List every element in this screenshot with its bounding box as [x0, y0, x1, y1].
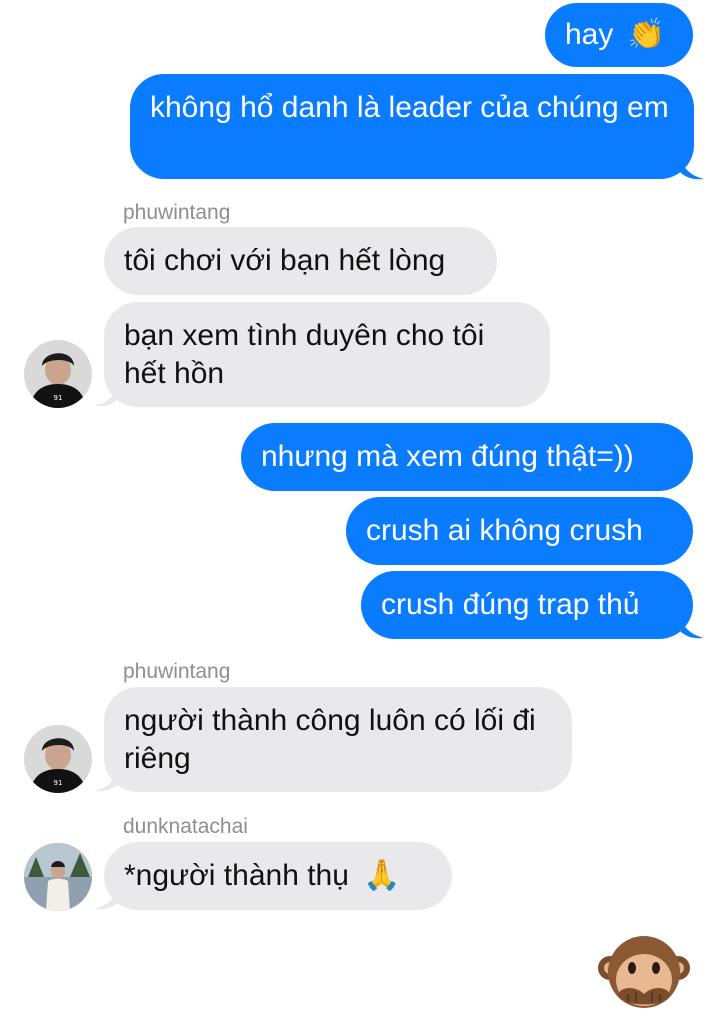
folded-hands-emoji-icon: 🙏 — [363, 858, 401, 893]
svg-text:91: 91 — [54, 394, 63, 402]
sender-name: phuwintang — [123, 201, 231, 224]
svg-text:91: 91 — [54, 779, 63, 787]
avatar[interactable]: 91 — [24, 340, 92, 408]
sender-name: phuwintang — [123, 660, 231, 683]
avatar[interactable] — [24, 843, 92, 911]
bubble-tail — [94, 888, 118, 910]
incoming-message[interactable]: người thành công luôn có lối đi riêng — [104, 687, 572, 792]
outgoing-message[interactable]: nhưng mà xem đúng thật=)) — [241, 423, 693, 491]
incoming-message[interactable]: *người thành thụ 🙏 — [104, 842, 452, 910]
speak-no-evil-monkey-sticker[interactable] — [596, 928, 692, 1024]
message-text: không hổ danh là leader của chúng em — [150, 91, 669, 124]
bubble-tail — [94, 770, 118, 792]
outgoing-message[interactable]: hay 👏 — [545, 3, 693, 67]
message-text: crush ai không crush — [366, 514, 643, 547]
sender-name: dunknatachai — [123, 815, 248, 838]
incoming-message[interactable]: tôi chơi với bạn hết lòng — [104, 227, 497, 295]
message-text: hay — [565, 18, 614, 51]
message-text: crush đúng trap thủ — [381, 588, 640, 621]
bubble-tail — [680, 158, 704, 180]
message-text: *người thành thụ — [124, 859, 349, 892]
message-text: bạn xem tình duyên cho tôi hết hồn — [124, 319, 485, 390]
outgoing-message[interactable]: không hổ danh là leader của chúng em — [130, 74, 694, 179]
avatar[interactable]: 91 — [24, 725, 92, 793]
incoming-message[interactable]: bạn xem tình duyên cho tôi hết hồn — [104, 302, 550, 407]
message-text: tôi chơi với bạn hết lòng — [124, 244, 446, 277]
outgoing-message[interactable]: crush ai không crush — [346, 497, 693, 565]
message-text: người thành công luôn có lối đi riêng — [124, 704, 536, 775]
message-text: nhưng mà xem đúng thật=)) — [261, 440, 634, 473]
outgoing-message[interactable]: crush đúng trap thủ — [361, 571, 693, 639]
bubble-tail — [680, 617, 704, 639]
bubble-tail — [94, 385, 118, 407]
clapping-hands-emoji-icon: 👏 — [627, 17, 666, 52]
